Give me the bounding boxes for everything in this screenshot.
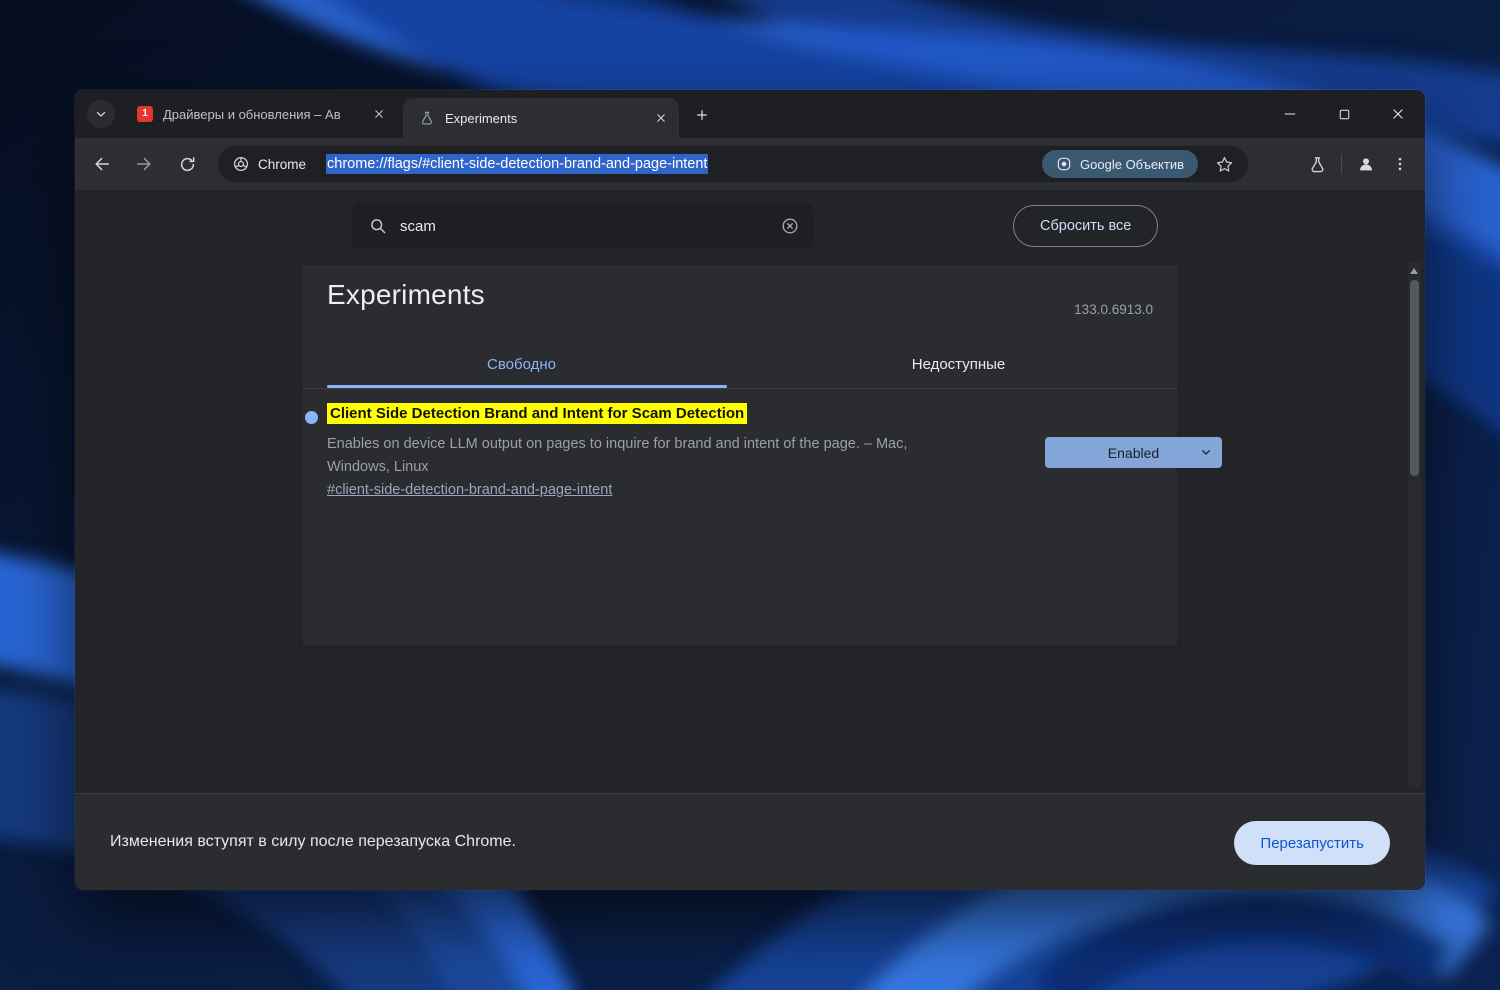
minimize-button[interactable] <box>1263 90 1317 138</box>
close-icon <box>657 114 665 122</box>
search-icon <box>371 219 386 234</box>
desktop: 1 Драйверы и обновления – Ав Experiments <box>0 0 1500 990</box>
flask-favicon-icon <box>419 110 435 126</box>
tab-unavailable[interactable]: Недоступные <box>740 345 1177 388</box>
google-lens-button[interactable]: Google Объектив <box>1042 150 1198 178</box>
flags-panel: Experiments 133.0.6913.0 Свободно Недост… <box>303 265 1222 645</box>
chrome-logo-icon <box>233 156 249 172</box>
clear-circle-icon <box>782 218 798 234</box>
close-icon <box>375 110 383 118</box>
tab-experiments[interactable]: Experiments <box>403 98 679 138</box>
maximize-icon <box>1339 109 1349 119</box>
clear-search-button[interactable] <box>779 215 801 237</box>
tab-title: Драйверы и обновления – Ав <box>163 106 341 122</box>
flags-search-box <box>352 203 813 249</box>
site-chip-label: Chrome <box>258 156 307 172</box>
tab-available[interactable]: Свободно <box>303 345 740 388</box>
star-icon <box>1216 156 1232 172</box>
kebab-menu-icon <box>1398 157 1402 171</box>
flag-value-label: Enabled <box>1107 444 1160 461</box>
scrollbar-thumb[interactable] <box>1410 280 1419 476</box>
flags-search-input[interactable] <box>400 217 779 235</box>
flask-icon <box>1311 156 1323 172</box>
new-tab-button[interactable] <box>688 101 715 128</box>
scroll-up-button[interactable] <box>1410 266 1419 275</box>
plus-icon <box>696 109 707 120</box>
google-lens-label: Google Объектив <box>1080 156 1184 172</box>
back-arrow-icon <box>95 157 110 171</box>
profile-avatar-icon <box>1360 158 1372 171</box>
reset-all-button[interactable]: Сбросить все <box>1013 205 1159 247</box>
restart-button[interactable]: Перезапустить <box>1234 821 1390 865</box>
back-button[interactable] <box>85 147 119 181</box>
reload-button[interactable] <box>170 147 204 181</box>
chevron-down-icon <box>96 111 106 117</box>
chevron-down-icon <box>1202 450 1210 455</box>
tabs-divider <box>303 388 1177 389</box>
toolbar-divider <box>1341 154 1342 174</box>
flag-name: Client Side Detection Brand and Intent f… <box>327 403 748 424</box>
modified-flag-dot <box>305 411 318 424</box>
page-title: Experiments <box>327 279 485 310</box>
flags-tabs: Свободно Недоступные <box>303 345 1177 388</box>
tab-drivers[interactable]: 1 Драйверы и обновления – Ав <box>121 90 397 138</box>
restart-footer: Изменения вступят в силу после перезапус… <box>75 793 1425 890</box>
tab-strip: 1 Драйверы и обновления – Ав Experiments <box>75 90 1425 138</box>
tab-close-button[interactable] <box>651 108 671 128</box>
browser-toolbar: Chrome chrome://flags/#client-side-detec… <box>75 138 1425 190</box>
profile-button[interactable] <box>1349 147 1383 181</box>
close-button[interactable] <box>1371 90 1425 138</box>
forward-arrow-icon <box>136 157 151 171</box>
tab-search-button[interactable] <box>87 100 115 128</box>
flag-permalink-link[interactable]: #client-side-detection-brand-and-page-in… <box>327 482 612 498</box>
forward-button[interactable] <box>127 147 161 181</box>
restart-notice: Изменения вступят в силу после перезапус… <box>110 833 516 850</box>
tab-close-button[interactable] <box>369 104 389 124</box>
bookmark-star-button[interactable] <box>1210 150 1238 178</box>
close-icon <box>1393 109 1403 119</box>
reload-icon <box>180 156 194 171</box>
maximize-button[interactable] <box>1317 90 1371 138</box>
browser-window: 1 Драйверы и обновления – Ав Experiments <box>75 90 1425 890</box>
flags-page: Сбросить все Experiments 133.0.6913.0 Св… <box>75 190 1425 793</box>
toolbar-right-actions <box>1300 138 1417 190</box>
page-scrollbar <box>1408 262 1421 787</box>
tab-title: Experiments <box>445 110 518 126</box>
labs-button[interactable] <box>1300 147 1334 181</box>
google-lens-icon <box>1057 157 1071 171</box>
window-controls <box>1263 90 1425 138</box>
drivers-site-favicon: 1 <box>137 106 153 122</box>
url-text: chrome://flags/#client-side-detection-br… <box>326 154 709 174</box>
menu-button[interactable] <box>1383 147 1417 181</box>
flag-value-select[interactable]: Enabled <box>1045 437 1222 468</box>
flag-description: Enables on device LLM output on pages to… <box>327 436 908 475</box>
minimize-icon <box>1284 113 1296 115</box>
version-label: 133.0.6913.0 <box>1074 302 1153 317</box>
address-bar[interactable]: Chrome chrome://flags/#client-side-detec… <box>218 146 1248 182</box>
